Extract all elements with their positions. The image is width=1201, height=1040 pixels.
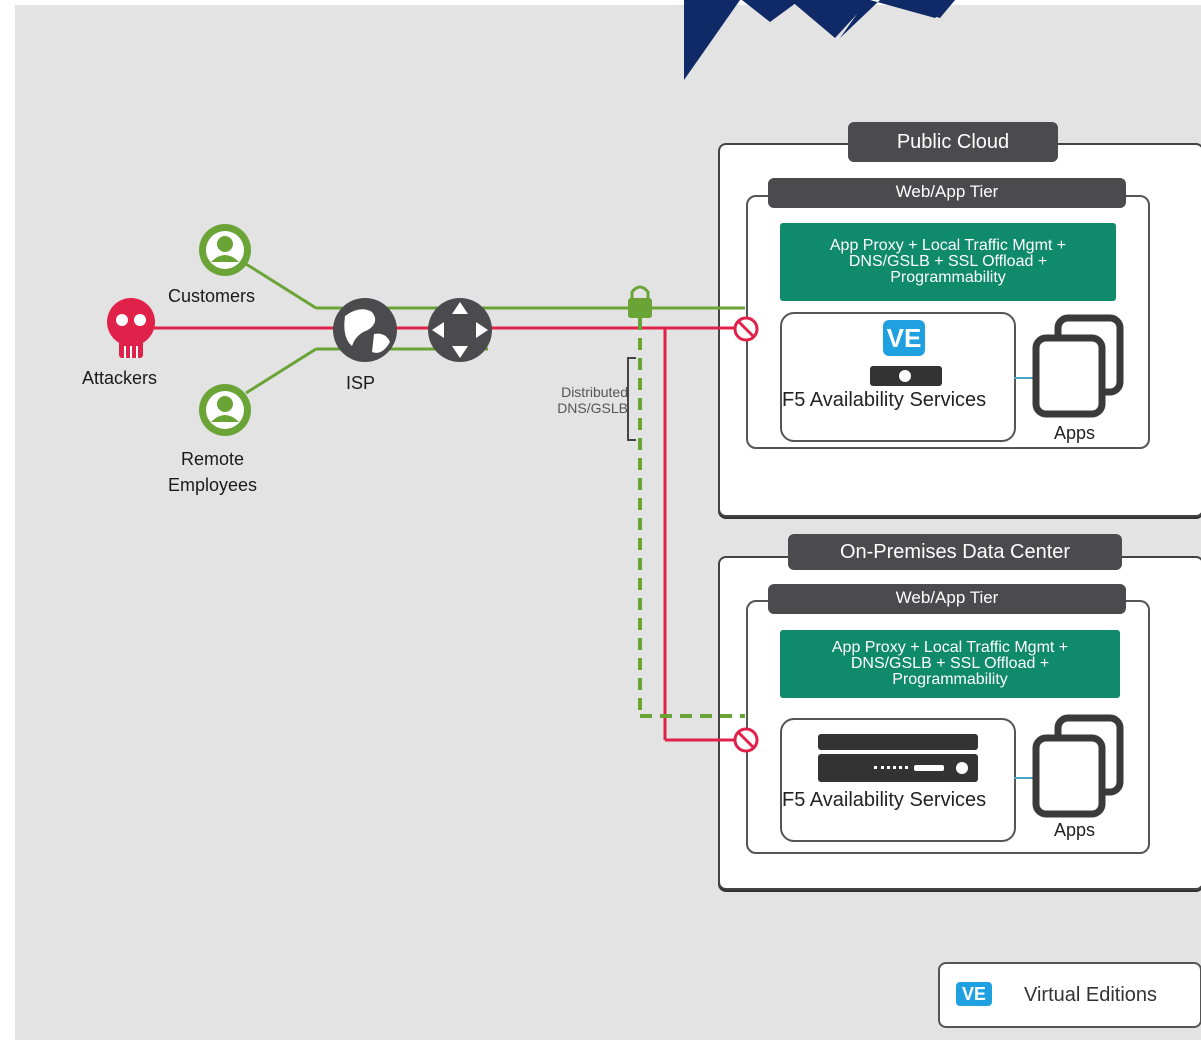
attackers-skull-icon	[107, 298, 155, 358]
isp-label: ISP	[346, 373, 376, 393]
apps-icon-cloud	[1032, 314, 1124, 418]
remote-employees-line: Remote	[181, 449, 245, 469]
network-paths-svg	[107, 224, 1124, 818]
legend-label: Virtual Editions	[1024, 984, 1158, 1006]
apps-icon-onprem	[1032, 714, 1124, 818]
remote-employees-person-icon	[199, 384, 251, 436]
remote-link	[245, 347, 317, 395]
distributed-dns-line: DNS/GSLB	[557, 400, 628, 416]
distributed-dns-line: Distributed	[561, 384, 628, 400]
remote-employees-label: Remote Employees	[168, 446, 257, 498]
block-icon-cloud	[733, 316, 759, 342]
lock-icon	[628, 285, 652, 318]
customers-label: Customers	[168, 286, 256, 306]
remote-employees-line: Employees	[168, 475, 258, 495]
block-icon-onprem	[733, 727, 759, 753]
legend: VE Virtual Editions	[938, 962, 1201, 1028]
customers-link	[245, 262, 317, 310]
distributed-dns-label: Distributed DNS/GSLB	[540, 384, 628, 416]
dns-bracket	[627, 357, 636, 441]
attackers-label: Attackers	[82, 368, 158, 388]
isp-globe-icon	[333, 298, 397, 362]
router-icon	[428, 298, 492, 362]
legend-ve-badge: VE	[956, 982, 992, 1006]
customers-person-icon	[199, 224, 251, 276]
